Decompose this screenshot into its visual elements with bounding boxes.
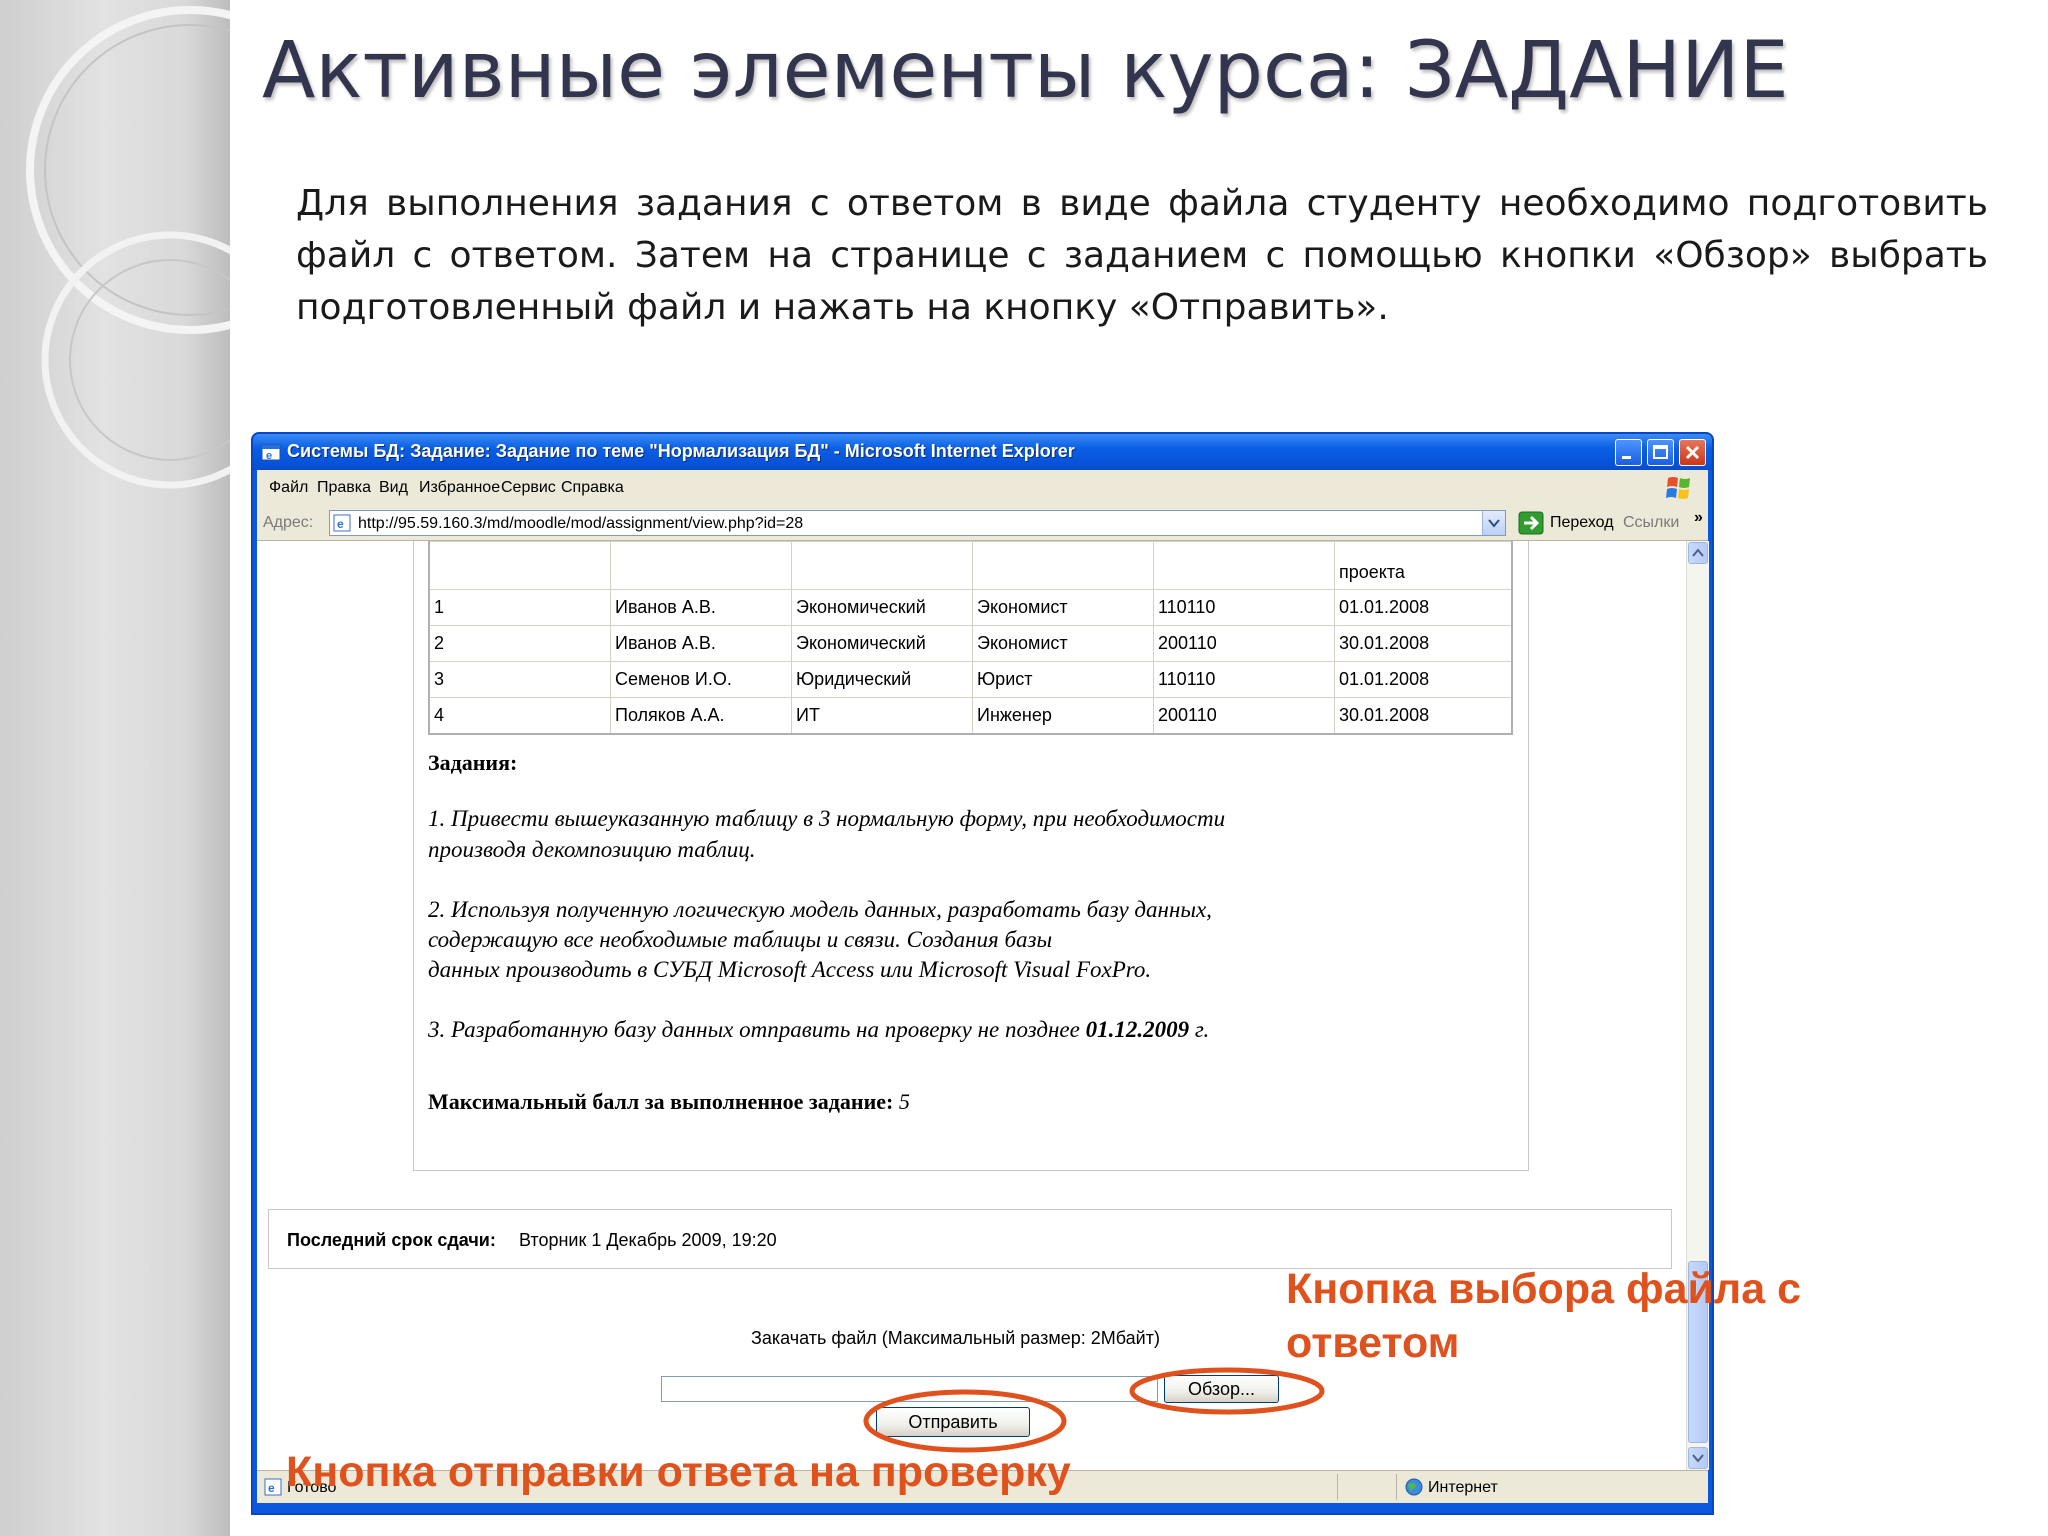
chevron-up-icon xyxy=(1692,548,1704,557)
links-chevron-icon[interactable]: » xyxy=(1694,509,1703,527)
max-score-value: 5 xyxy=(893,1089,910,1114)
windows-logo-icon xyxy=(1666,477,1690,499)
table-row: 1 Иванов А.В. Экономический Экономист 11… xyxy=(428,589,1513,626)
task-3-date: 01.12.2009 xyxy=(1085,1017,1190,1042)
window-titlebar[interactable]: e Системы БД: Задание: Задание по теме "… xyxy=(253,434,1712,470)
maximize-icon xyxy=(1653,445,1668,459)
table-cell: Экономист xyxy=(972,625,1154,662)
table-row: 4 Поляков А.А. ИТ Инженер 200110 30.01.2… xyxy=(428,697,1513,735)
table-cell: Семенов И.О. xyxy=(610,661,792,698)
page-icon: e xyxy=(333,514,351,532)
upload-label: Закачать файл (Максимальный размер: 2Мба… xyxy=(751,1328,1160,1348)
status-divider xyxy=(1396,1474,1397,1500)
table-cell: Юридический xyxy=(791,661,973,698)
task-1-line-2: производя декомпозицию таблиц. xyxy=(428,837,756,862)
chevron-down-icon xyxy=(1488,519,1500,528)
decorative-circles xyxy=(26,6,230,489)
close-button[interactable] xyxy=(1679,439,1706,466)
address-dropdown-button[interactable] xyxy=(1482,511,1505,535)
close-icon xyxy=(1685,445,1700,460)
window-title: Системы БД: Задание: Задание по теме "Но… xyxy=(287,441,1075,461)
table-cell: 30.01.2008 xyxy=(1334,697,1513,735)
task-3-prefix: 3. Разработанную базу данных отправить н… xyxy=(428,1017,1086,1042)
submit-annotation: Кнопка отправки ответа на проверку xyxy=(286,1448,1071,1496)
deadline-label: Последний срок сдачи: xyxy=(287,1230,496,1250)
table-cell: 110110 xyxy=(1153,661,1335,698)
slide-body-text: Для выполнения задания с ответом в виде … xyxy=(296,183,1988,328)
slide-title: Активные элементы курса: ЗАДАНИЕ xyxy=(262,26,1789,116)
page-done-icon: e xyxy=(264,1478,282,1496)
go-button-label[interactable]: Переход xyxy=(1550,514,1614,532)
status-divider xyxy=(1337,1474,1338,1500)
deadline-value: Вторник 1 Декабрь 2009, 19:20 xyxy=(519,1230,777,1250)
table-cell: 4 xyxy=(428,697,611,735)
submit-highlight-ellipse xyxy=(863,1389,1067,1453)
task-2-line-1: 2. Используя полученную логическую модел… xyxy=(428,897,1212,922)
task-3-suffix: г. xyxy=(1189,1017,1210,1042)
scroll-down-button[interactable] xyxy=(1688,1447,1708,1469)
table-cell: 200110 xyxy=(1153,625,1335,662)
menu-help[interactable]: Справка xyxy=(561,479,624,497)
task-2-line-3: данных производить в СУБД Microsoft Acce… xyxy=(428,957,1152,982)
deadline-box: Последний срок сдачи: Вторник 1 Декабрь … xyxy=(268,1209,1672,1269)
zone-text: Интернет xyxy=(1428,1479,1498,1496)
table-cell: Поляков А.А. xyxy=(610,697,792,735)
table-row: 2 Иванов А.В. Экономический Экономист 20… xyxy=(428,625,1513,662)
menu-tools[interactable]: Сервис xyxy=(501,479,556,497)
slide-left-decoration xyxy=(0,0,230,1536)
table-cell: 01.01.2008 xyxy=(1334,661,1513,698)
task-3-line: 3. Разработанную базу данных отправить н… xyxy=(428,1017,1209,1043)
max-score-label: Максимальный балл за выполненное задание… xyxy=(428,1089,894,1114)
max-score: Максимальный балл за выполненное задание… xyxy=(428,1089,910,1115)
svg-text:e: e xyxy=(266,450,272,462)
task-1-line-1: 1. Привести вышеуказанную таблицу в 3 но… xyxy=(428,806,1226,831)
browse-highlight-ellipse xyxy=(1129,1367,1325,1415)
minimize-button[interactable] xyxy=(1615,439,1642,466)
address-bar: Адрес: e http://95.59.160.3/md/moodle/mo… xyxy=(257,506,1708,541)
table-header-cell: проекта xyxy=(1334,541,1513,590)
task-2-line-2: содержащую все необходимые таблицы и свя… xyxy=(428,927,1053,952)
table-cell: 200110 xyxy=(1153,697,1335,735)
table-cell: Иванов А.В. xyxy=(610,589,792,626)
table-row: 3 Семенов И.О. Юридический Юрист 110110 … xyxy=(428,661,1513,698)
svg-text:e: e xyxy=(268,1481,275,1495)
menu-edit[interactable]: Правка xyxy=(317,479,371,497)
employee-projects-table: проекта 1 Иванов А.В. Экономический Экон… xyxy=(428,541,1513,735)
table-cell: 1 xyxy=(428,589,611,626)
table-header-row: проекта xyxy=(428,541,1513,590)
table-cell: 01.01.2008 xyxy=(1334,589,1513,626)
table-cell: 3 xyxy=(428,661,611,698)
chevron-down-icon xyxy=(1692,1454,1704,1463)
table-cell: Юрист xyxy=(972,661,1154,698)
table-cell: ИТ xyxy=(791,697,973,735)
menu-bar: Файл Правка Вид Избранное Сервис Справка xyxy=(257,470,1708,507)
menu-file[interactable]: Файл xyxy=(269,479,308,497)
menu-view[interactable]: Вид xyxy=(379,479,408,497)
table-cell: Иванов А.В. xyxy=(610,625,792,662)
assignment-description-box: проекта 1 Иванов А.В. Экономический Экон… xyxy=(413,541,1529,1171)
links-label[interactable]: Ссылки xyxy=(1623,514,1679,532)
address-url: http://95.59.160.3/md/moodle/mod/assignm… xyxy=(358,515,804,532)
table-cell: Экономический xyxy=(791,589,973,626)
table-cell: Экономист xyxy=(972,589,1154,626)
table-cell: 2 xyxy=(428,625,611,662)
ie-icon: e xyxy=(261,444,281,462)
scroll-up-button[interactable] xyxy=(1688,542,1708,564)
go-arrow-icon[interactable] xyxy=(1517,510,1545,536)
menu-favorites[interactable]: Избранное xyxy=(419,479,500,497)
maximize-button[interactable] xyxy=(1647,439,1674,466)
table-cell: 30.01.2008 xyxy=(1334,625,1513,662)
svg-text:e: e xyxy=(337,517,344,531)
table-cell: Экономический xyxy=(791,625,973,662)
address-input[interactable]: e http://95.59.160.3/md/moodle/mod/assig… xyxy=(329,510,1506,536)
tasks-heading: Задания: xyxy=(428,750,518,775)
browse-annotation: Кнопка выбора файла с ответом xyxy=(1286,1265,1802,1367)
minimize-icon xyxy=(1622,456,1631,459)
address-label: Адрес: xyxy=(263,514,314,531)
table-cell: Инженер xyxy=(972,697,1154,735)
table-cell: 110110 xyxy=(1153,589,1335,626)
internet-zone-icon xyxy=(1405,1478,1423,1496)
